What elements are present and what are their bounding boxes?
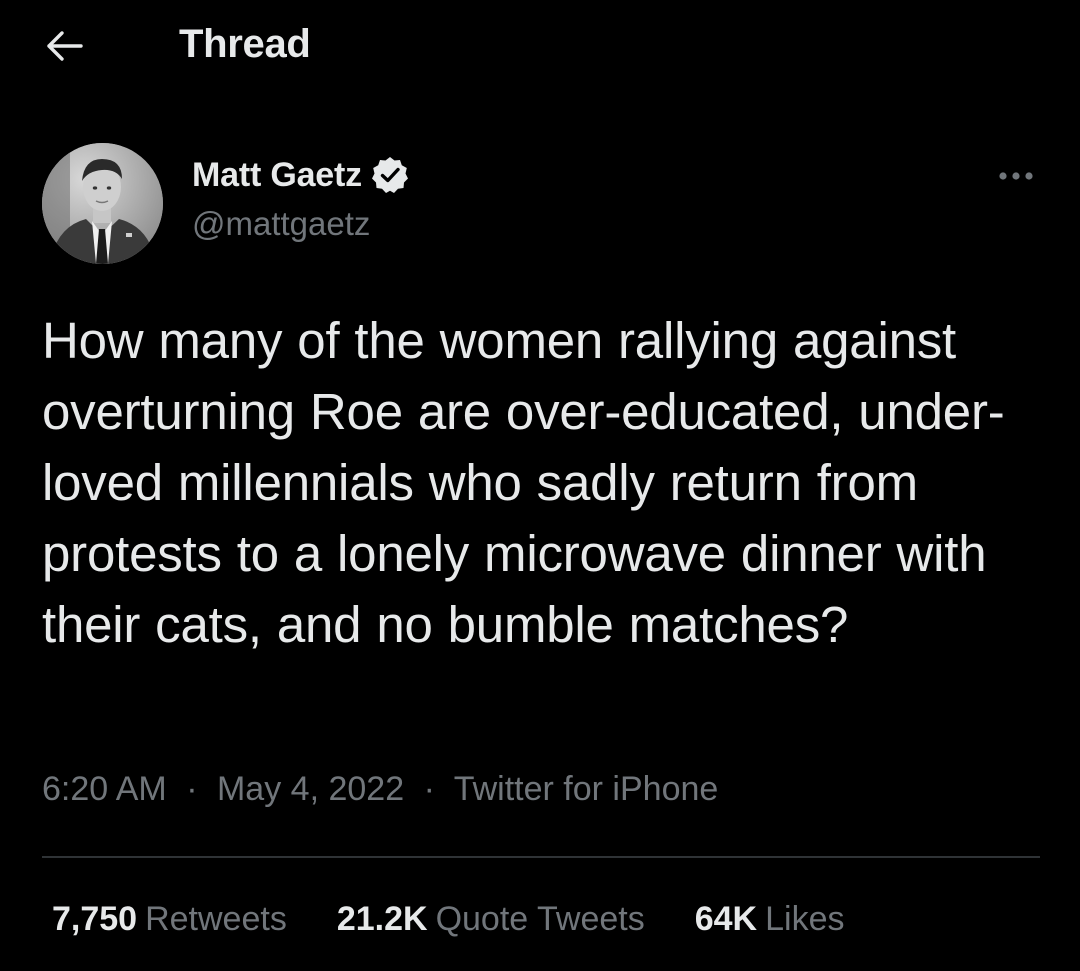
likes-label: Likes [765,900,845,938]
verified-badge-icon [370,155,410,195]
display-name: Matt Gaetz [192,155,362,194]
more-horizontal-icon [999,172,1033,180]
avatar[interactable] [42,143,163,264]
quote-tweets-count: 21.2K [336,900,428,938]
tweet-author: Matt Gaetz @mattgaetz [42,143,1038,267]
page-title: Thread [179,22,311,66]
retweets-label: Retweets [145,900,287,938]
thread-header: Thread [0,0,1080,92]
tweet-source[interactable]: Twitter for iPhone [454,770,719,808]
tweet-text: How many of the women rallying against o… [42,312,1005,653]
retweets-stat[interactable]: 7,750 Retweets [52,900,287,939]
meta-separator: · [186,770,198,808]
retweets-count: 7,750 [52,900,138,938]
user-handle[interactable]: @mattgaetz [192,205,370,243]
tweet-date[interactable]: May 4, 2022 [217,770,404,808]
back-button[interactable] [40,24,88,68]
quote-tweets-stat[interactable]: 21.2K Quote Tweets [337,900,645,939]
divider [42,856,1040,858]
arrow-left-icon [47,31,83,61]
quote-tweets-label: Quote Tweets [435,900,645,938]
likes-count: 64K [694,900,758,938]
avatar-photo [42,143,163,264]
display-name-row[interactable]: Matt Gaetz [192,155,410,195]
tweet-metadata: 6:20 AM · May 4, 2022 · Twitter for iPho… [42,770,718,809]
likes-stat[interactable]: 64K Likes [695,900,845,939]
tweet-stats: 7,750 Retweets 21.2K Quote Tweets 64K Likes [52,900,894,939]
more-options-button[interactable] [994,161,1038,191]
meta-separator: · [423,770,435,808]
tweet-time[interactable]: 6:20 AM [42,770,167,808]
